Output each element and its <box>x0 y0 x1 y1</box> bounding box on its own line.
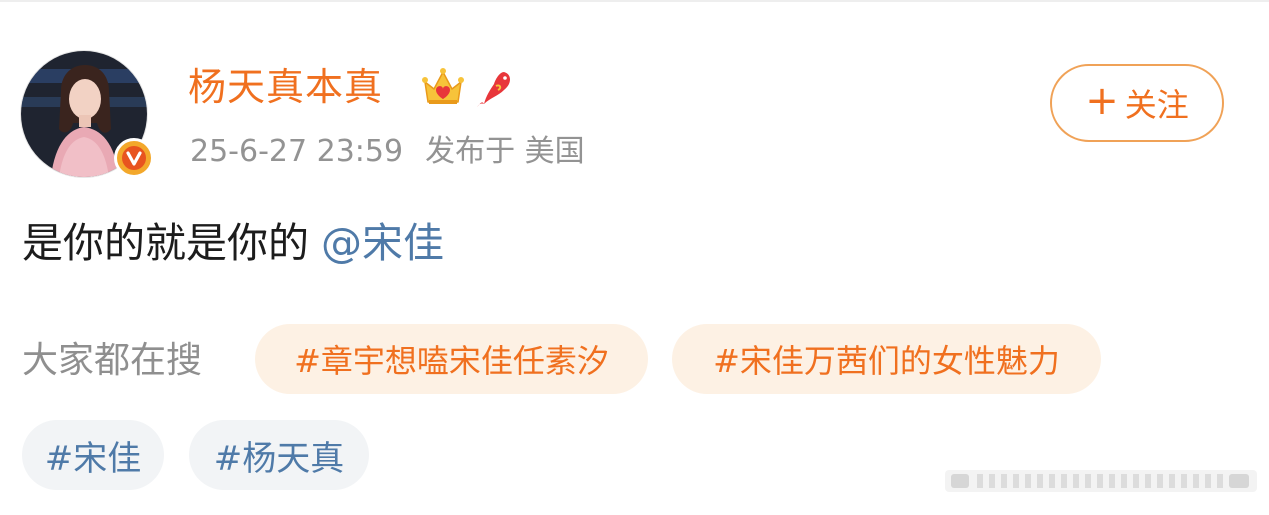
topic-tag[interactable]: #宋佳 <box>22 420 164 490</box>
post-text: 是你的就是你的 <box>22 219 309 267</box>
verified-badge-icon <box>114 138 154 178</box>
follow-button-label: 关注 <box>1124 86 1189 124</box>
post-timestamp: 25-6-27 23:59 <box>190 134 404 169</box>
mention-link[interactable]: @宋佳 <box>321 219 444 267</box>
follow-button[interactable]: + 关注 <box>1050 64 1224 142</box>
topic-tag[interactable]: #杨天真 <box>189 420 369 490</box>
koi-fish-icon <box>474 66 516 108</box>
watermark-icon <box>945 466 1257 496</box>
username[interactable]: 杨天真本真 <box>188 62 383 112</box>
avatar[interactable] <box>20 50 154 178</box>
post-meta: 25-6-27 23:59 发布于 美国 <box>190 130 585 174</box>
post-content: 是你的就是你的 @宋佳 <box>22 214 444 272</box>
hot-topic-pill[interactable]: #宋佳万茜们的女性魅力 <box>672 324 1101 394</box>
post-source: 发布于 美国 <box>425 134 585 169</box>
trending-search-label: 大家都在搜 <box>22 340 203 381</box>
plus-icon: + <box>1085 78 1119 124</box>
weibo-post-card: 杨天真本真 25-6-27 23:59 发布于 美国 + 关注 是你的就是你的 @宋… <box>0 0 1269 515</box>
crown-icon <box>420 64 466 110</box>
hot-topic-pill[interactable]: #章宇想嗑宋佳任素汐 <box>255 324 648 394</box>
